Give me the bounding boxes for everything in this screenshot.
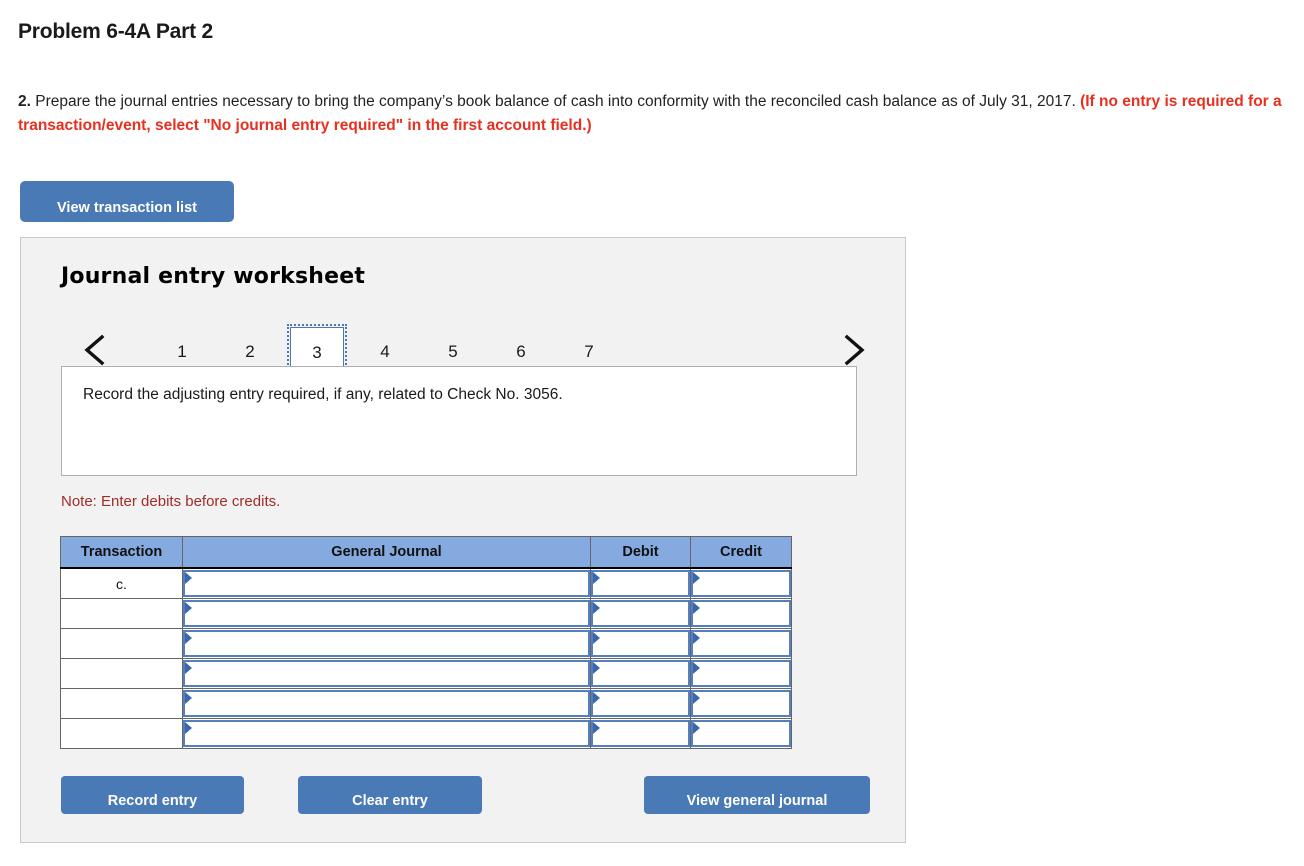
- debit-input[interactable]: [591, 570, 690, 597]
- debit-cell[interactable]: [590, 628, 691, 659]
- debit-cell[interactable]: [590, 688, 691, 719]
- general-journal-select[interactable]: [183, 660, 590, 687]
- debit-cell[interactable]: [590, 718, 691, 749]
- page-title: Problem 6-4A Part 2: [18, 20, 213, 43]
- table-row: [60, 658, 792, 689]
- view-general-journal-button[interactable]: View general journal: [644, 776, 870, 814]
- general-journal-select[interactable]: [183, 630, 590, 657]
- debit-input[interactable]: [591, 630, 690, 657]
- transaction-label: [60, 628, 183, 659]
- clear-entry-label: Clear entry: [352, 792, 428, 809]
- record-entry-label: Record entry: [107, 792, 198, 809]
- column-header-debit: Debit: [590, 536, 691, 569]
- view-transaction-list-button[interactable]: View transaction list: [20, 181, 234, 222]
- table-row: [60, 688, 792, 719]
- instruction-box: Record the adjusting entry required, if …: [61, 366, 857, 476]
- dropdown-triangle-icon: [185, 692, 192, 704]
- general-journal-cell[interactable]: [182, 718, 591, 749]
- dropdown-triangle-icon: [593, 632, 600, 644]
- table-row: [60, 718, 792, 749]
- dropdown-triangle-icon: [693, 722, 700, 734]
- general-journal-select[interactable]: [183, 720, 590, 747]
- credit-cell[interactable]: [690, 718, 792, 749]
- record-entry-button[interactable]: Record entry: [61, 776, 244, 814]
- dropdown-triangle-icon: [593, 692, 600, 704]
- debit-input[interactable]: [591, 600, 690, 627]
- dropdown-triangle-icon: [693, 662, 700, 674]
- prompt-body: Prepare the journal entries necessary to…: [30, 93, 1081, 110]
- problem-prompt: 2. Prepare the journal entries necessary…: [18, 90, 1288, 138]
- dropdown-triangle-icon: [185, 572, 192, 584]
- dropdown-triangle-icon: [693, 692, 700, 704]
- debit-cell[interactable]: [590, 658, 691, 689]
- dropdown-triangle-icon: [593, 662, 600, 674]
- column-header-transaction: Transaction: [60, 536, 183, 569]
- credit-input[interactable]: [691, 600, 791, 627]
- prompt-number: 2.: [18, 93, 31, 110]
- dropdown-triangle-icon: [185, 662, 192, 674]
- credit-cell[interactable]: [690, 688, 792, 719]
- table-row: c.: [60, 567, 792, 599]
- credit-cell[interactable]: [690, 658, 792, 689]
- credit-input[interactable]: [691, 570, 791, 597]
- transaction-label: [60, 718, 183, 749]
- dropdown-triangle-icon: [593, 722, 600, 734]
- general-journal-cell[interactable]: [182, 658, 591, 689]
- general-journal-cell[interactable]: [182, 567, 591, 599]
- general-journal-select[interactable]: [183, 570, 590, 597]
- instruction-text: Record the adjusting entry required, if …: [83, 386, 563, 403]
- dropdown-triangle-icon: [693, 572, 700, 584]
- debit-cell[interactable]: [590, 598, 691, 629]
- dropdown-triangle-icon: [593, 602, 600, 614]
- credit-input[interactable]: [691, 660, 791, 687]
- debit-input[interactable]: [591, 720, 690, 747]
- dropdown-triangle-icon: [185, 602, 192, 614]
- credit-input[interactable]: [691, 690, 791, 717]
- column-header-credit: Credit: [690, 536, 792, 569]
- general-journal-cell[interactable]: [182, 628, 591, 659]
- dropdown-triangle-icon: [693, 632, 700, 644]
- transaction-label: [60, 658, 183, 689]
- transaction-label: c.: [60, 567, 183, 599]
- dropdown-triangle-icon: [593, 572, 600, 584]
- debit-cell[interactable]: [590, 567, 691, 599]
- worksheet-title: Journal entry worksheet: [61, 264, 366, 289]
- credit-input[interactable]: [691, 720, 791, 747]
- table-header-row: Transaction General Journal Debit Credit: [60, 536, 792, 569]
- dropdown-triangle-icon: [185, 632, 192, 644]
- transaction-label: [60, 598, 183, 629]
- journal-entry-worksheet-panel: Journal entry worksheet 1 2 3 4 5 6 7 Re…: [20, 237, 906, 843]
- credit-input[interactable]: [691, 630, 791, 657]
- dropdown-triangle-icon: [185, 722, 192, 734]
- table-row: [60, 628, 792, 659]
- clear-entry-button[interactable]: Clear entry: [298, 776, 482, 814]
- transaction-label: [60, 688, 183, 719]
- dropdown-triangle-icon: [693, 602, 700, 614]
- credit-cell[interactable]: [690, 628, 792, 659]
- debits-before-credits-note: Note: Enter debits before credits.: [61, 493, 281, 510]
- table-row: [60, 598, 792, 629]
- debit-input[interactable]: [591, 660, 690, 687]
- general-journal-cell[interactable]: [182, 598, 591, 629]
- journal-entry-table: Transaction General Journal Debit Credit…: [60, 536, 792, 749]
- view-transaction-list-label: View transaction list: [57, 200, 197, 217]
- credit-cell[interactable]: [690, 598, 792, 629]
- credit-cell[interactable]: [690, 567, 792, 599]
- debit-input[interactable]: [591, 690, 690, 717]
- general-journal-select[interactable]: [183, 600, 590, 627]
- chevron-right-icon[interactable]: [837, 329, 871, 371]
- view-general-journal-label: View general journal: [686, 792, 828, 809]
- general-journal-cell[interactable]: [182, 688, 591, 719]
- general-journal-select[interactable]: [183, 690, 590, 717]
- chevron-left-icon[interactable]: [78, 329, 112, 371]
- column-header-general-journal: General Journal: [182, 536, 591, 569]
